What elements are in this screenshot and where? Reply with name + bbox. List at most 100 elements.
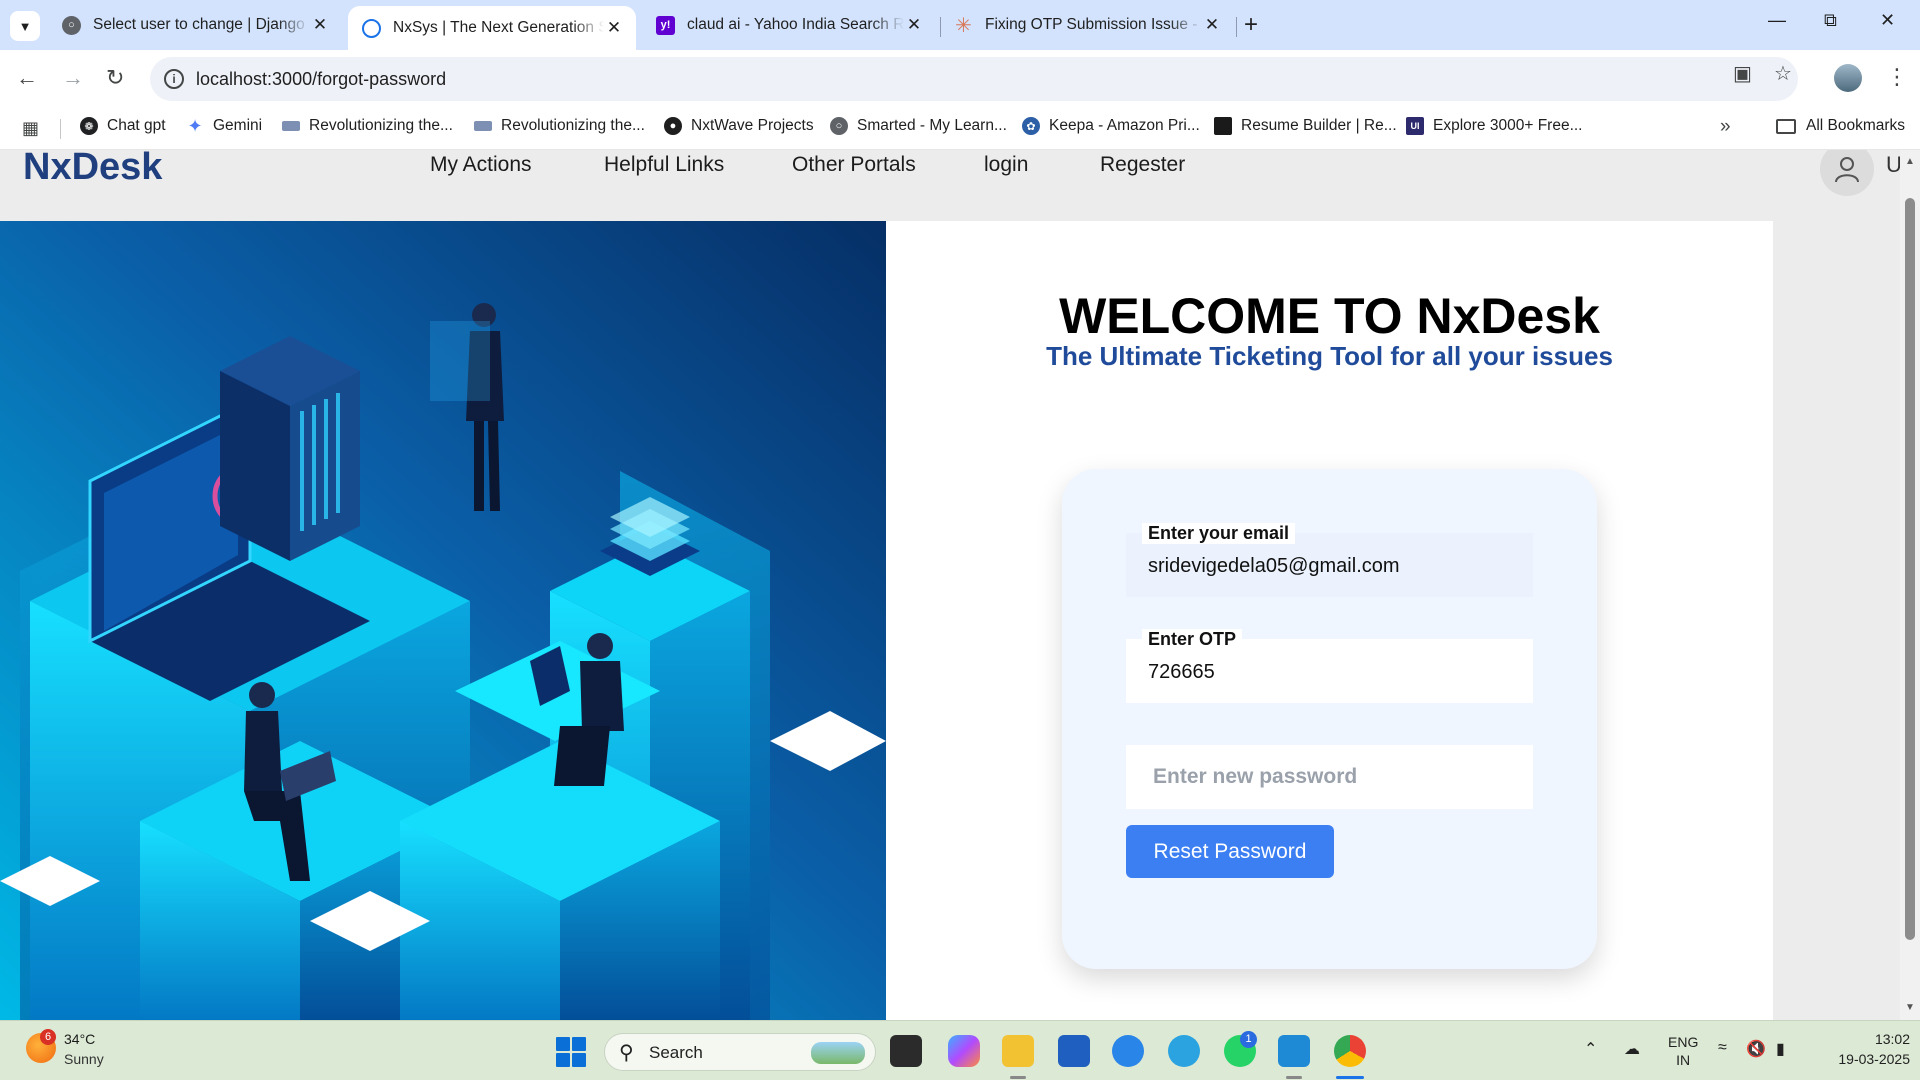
browser-tab-strip: ▼ ○ Select user to change | Django site … <box>0 0 1920 50</box>
user-icon <box>1835 157 1859 183</box>
apps-grid-icon[interactable]: ▦ <box>22 118 39 139</box>
user-avatar[interactable] <box>1820 150 1874 196</box>
tagline: The Ultimate Ticketing Tool for all your… <box>1046 341 1613 371</box>
copilot-icon[interactable] <box>948 1035 980 1067</box>
more-bookmarks-icon[interactable]: » <box>1720 116 1731 138</box>
bookmark-keepa[interactable]: ✿ Keepa - Amazon Pri... <box>1022 117 1200 135</box>
ui-icon: UI <box>1406 117 1424 135</box>
forward-icon[interactable]: → <box>62 66 84 90</box>
site-icon <box>474 121 492 131</box>
taskbar-search[interactable]: ⚲ Search <box>604 1033 876 1071</box>
input-language[interactable]: ENG IN <box>1668 1033 1698 1069</box>
nav-my-actions[interactable]: My Actions <box>430 153 532 177</box>
divider <box>60 119 61 139</box>
nav-other-portals[interactable]: Other Portals <box>792 153 916 177</box>
scrollbar-thumb[interactable] <box>1905 198 1915 940</box>
back-icon[interactable]: ← <box>16 66 38 90</box>
bookmark-label: Chat gpt <box>107 117 166 134</box>
reload-icon[interactable]: ↻ <box>106 66 124 90</box>
search-highlight-image <box>811 1042 865 1064</box>
new-tab-button[interactable]: + <box>1244 12 1258 38</box>
bookmark-label: Revolutionizing the... <box>501 117 645 134</box>
search-icon: ⚲ <box>619 1042 634 1064</box>
bookmark-gemini[interactable]: ✦ Gemini <box>186 115 262 136</box>
reset-password-card: Enter your email sridevigedela05@gmail.c… <box>1062 469 1597 969</box>
bookmark-label: Resume Builder | Re... <box>1241 117 1397 134</box>
chrome-icon[interactable] <box>1334 1035 1366 1067</box>
nav-login[interactable]: login <box>984 153 1028 177</box>
loading-icon <box>362 18 381 38</box>
bookmark-star-icon[interactable]: ☆ <box>1774 61 1792 86</box>
onedrive-icon[interactable]: ☁ <box>1624 1039 1640 1059</box>
vscode-icon[interactable] <box>1278 1035 1310 1067</box>
bookmark-nxtwave[interactable]: ● NxtWave Projects <box>664 117 814 135</box>
mute-icon[interactable]: 🔇 <box>1746 1039 1766 1059</box>
scroll-up-icon[interactable]: ▲ <box>1905 156 1915 167</box>
weather-badge: 6 <box>40 1029 56 1045</box>
weather-condition[interactable]: Sunny <box>64 1051 104 1067</box>
otp-field[interactable]: Enter OTP 726665 <box>1126 629 1533 703</box>
task-view-icon[interactable] <box>890 1035 922 1067</box>
bookmark-smarted[interactable]: ○ Smarted - My Learn... <box>830 117 1007 135</box>
close-icon[interactable]: ✕ <box>904 15 924 35</box>
tab-yahoo-search[interactable]: y! claud ai - Yahoo India Search Results… <box>642 6 936 44</box>
bookmark-revolutionizing-2[interactable]: Revolutionizing the... <box>474 117 645 135</box>
folder-icon <box>1776 118 1796 134</box>
tab-search-button[interactable]: ▼ <box>10 11 40 41</box>
site-logo[interactable]: NxDesk <box>23 150 162 189</box>
tab-separator <box>1236 17 1237 37</box>
app-running-indicator <box>1010 1076 1026 1079</box>
install-app-icon[interactable]: ▣ <box>1733 61 1752 86</box>
chatgpt-icon: ❁ <box>80 117 98 135</box>
page-scrollbar[interactable]: ▲ ▼ <box>1900 150 1920 1020</box>
bookmark-revolutionizing-1[interactable]: Revolutionizing the... <box>282 117 453 135</box>
otp-value[interactable]: 726665 <box>1148 661 1215 684</box>
weather-temperature[interactable]: 34°C <box>64 1031 95 1047</box>
scroll-down-icon[interactable]: ▼ <box>1905 1002 1915 1013</box>
battery-icon[interactable]: ▮ <box>1776 1039 1785 1059</box>
microsoft-store-icon[interactable] <box>1058 1035 1090 1067</box>
reset-password-panel: WELCOME TO NxDesk The Ultimate Ticketing… <box>886 221 1773 1020</box>
address-bar[interactable]: i localhost:3000/forgot-password <box>150 57 1798 101</box>
minimize-icon[interactable]: — <box>1768 10 1786 31</box>
new-password-input[interactable] <box>1126 745 1533 809</box>
clock-date[interactable]: 19-03-2025 <box>1810 1051 1910 1067</box>
tab-nxsys[interactable]: NxSys | The Next Generation System ✕ <box>348 6 636 50</box>
tab-claude[interactable]: ✳ Fixing OTP Submission Issue - Claude ✕ <box>940 6 1234 44</box>
nav-helpful-links[interactable]: Helpful Links <box>604 153 724 177</box>
bookmark-explore[interactable]: UI Explore 3000+ Free... <box>1406 117 1583 135</box>
reset-password-button[interactable]: Reset Password <box>1126 825 1334 878</box>
close-icon[interactable]: ✕ <box>604 18 624 38</box>
clock-time[interactable]: 13:02 <box>1834 1031 1910 1047</box>
file-explorer-icon[interactable] <box>1002 1035 1034 1067</box>
window-close-icon[interactable]: ✕ <box>1880 10 1895 31</box>
email-field[interactable]: Enter your email sridevigedela05@gmail.c… <box>1126 523 1533 597</box>
chevron-up-icon[interactable]: ⌃ <box>1584 1039 1597 1059</box>
new-password-field[interactable] <box>1126 745 1533 809</box>
all-bookmarks-label: All Bookmarks <box>1806 117 1906 134</box>
telegram-icon[interactable] <box>1168 1035 1200 1067</box>
claude-icon: ✳ <box>955 14 972 37</box>
github-icon: ● <box>664 117 682 135</box>
windows-start-icon[interactable] <box>556 1037 586 1067</box>
close-icon[interactable]: ✕ <box>310 15 330 35</box>
gemini-icon: ✦ <box>187 115 203 136</box>
all-bookmarks-button[interactable]: All Bookmarks <box>1776 117 1905 135</box>
nav-register[interactable]: Regester <box>1100 153 1185 177</box>
email-value[interactable]: sridevigedela05@gmail.com <box>1148 555 1400 578</box>
tab-django-admin[interactable]: ○ Select user to change | Django site ad… <box>48 6 342 44</box>
tab-title: Select user to change | Django site admi… <box>93 16 310 33</box>
menu-icon[interactable]: ⋮ <box>1886 64 1908 90</box>
keepa-icon: ✿ <box>1022 117 1040 135</box>
close-icon[interactable]: ✕ <box>1202 15 1222 35</box>
bookmark-resume-builder[interactable]: Resume Builder | Re... <box>1214 117 1397 135</box>
profile-avatar[interactable] <box>1834 64 1862 92</box>
globe-icon: ○ <box>830 117 848 135</box>
url-text[interactable]: localhost:3000/forgot-password <box>196 69 446 90</box>
site-info-icon[interactable]: i <box>164 69 184 89</box>
bookmark-chatgpt[interactable]: ❁ Chat gpt <box>80 117 166 135</box>
wifi-icon[interactable]: ≈ <box>1718 1039 1727 1057</box>
docker-icon[interactable] <box>1112 1035 1144 1067</box>
restore-icon[interactable]: ⧉ <box>1824 10 1837 31</box>
yahoo-icon: y! <box>656 15 675 35</box>
